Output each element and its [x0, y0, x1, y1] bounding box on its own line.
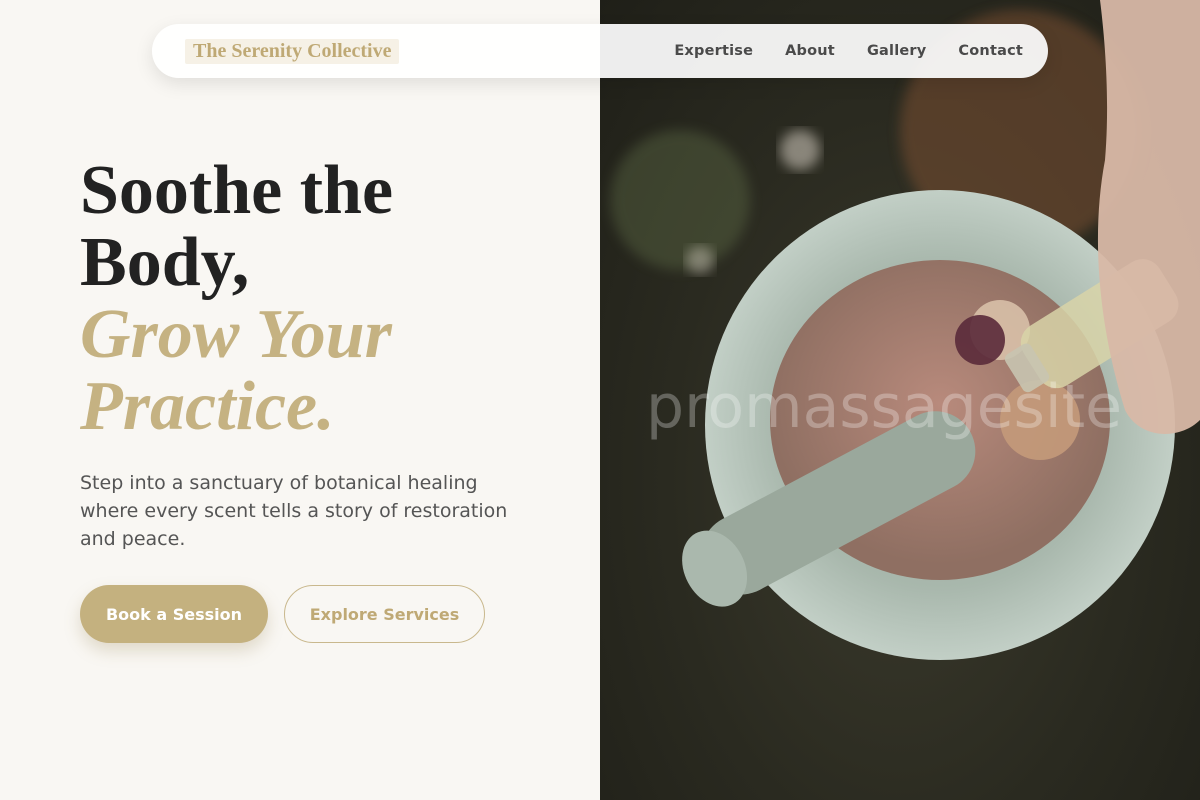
hero-headline: Soothe the Body, Grow Your Practice.: [80, 155, 560, 443]
watermark-text: promassagesite: [646, 372, 1123, 442]
nav-link-gallery[interactable]: Gallery: [867, 43, 926, 59]
nav-links: Expertise About Gallery Contact: [674, 43, 1023, 59]
nav-link-expertise[interactable]: Expertise: [674, 43, 753, 59]
explore-services-button[interactable]: Explore Services: [284, 585, 485, 643]
headline-main: Soothe the Body,: [80, 152, 394, 301]
top-navbar: The Serenity Collective Expertise About …: [152, 24, 1048, 78]
book-session-button[interactable]: Book a Session: [80, 585, 268, 643]
headline-accent: Grow Your Practice.: [80, 296, 392, 445]
hero-image: promassagesite: [600, 0, 1200, 800]
hero-subtext: Step into a sanctuary of botanical heali…: [80, 472, 508, 550]
nav-link-about[interactable]: About: [785, 43, 835, 59]
nav-link-contact[interactable]: Contact: [958, 43, 1023, 59]
brand-logo[interactable]: The Serenity Collective: [185, 38, 400, 64]
